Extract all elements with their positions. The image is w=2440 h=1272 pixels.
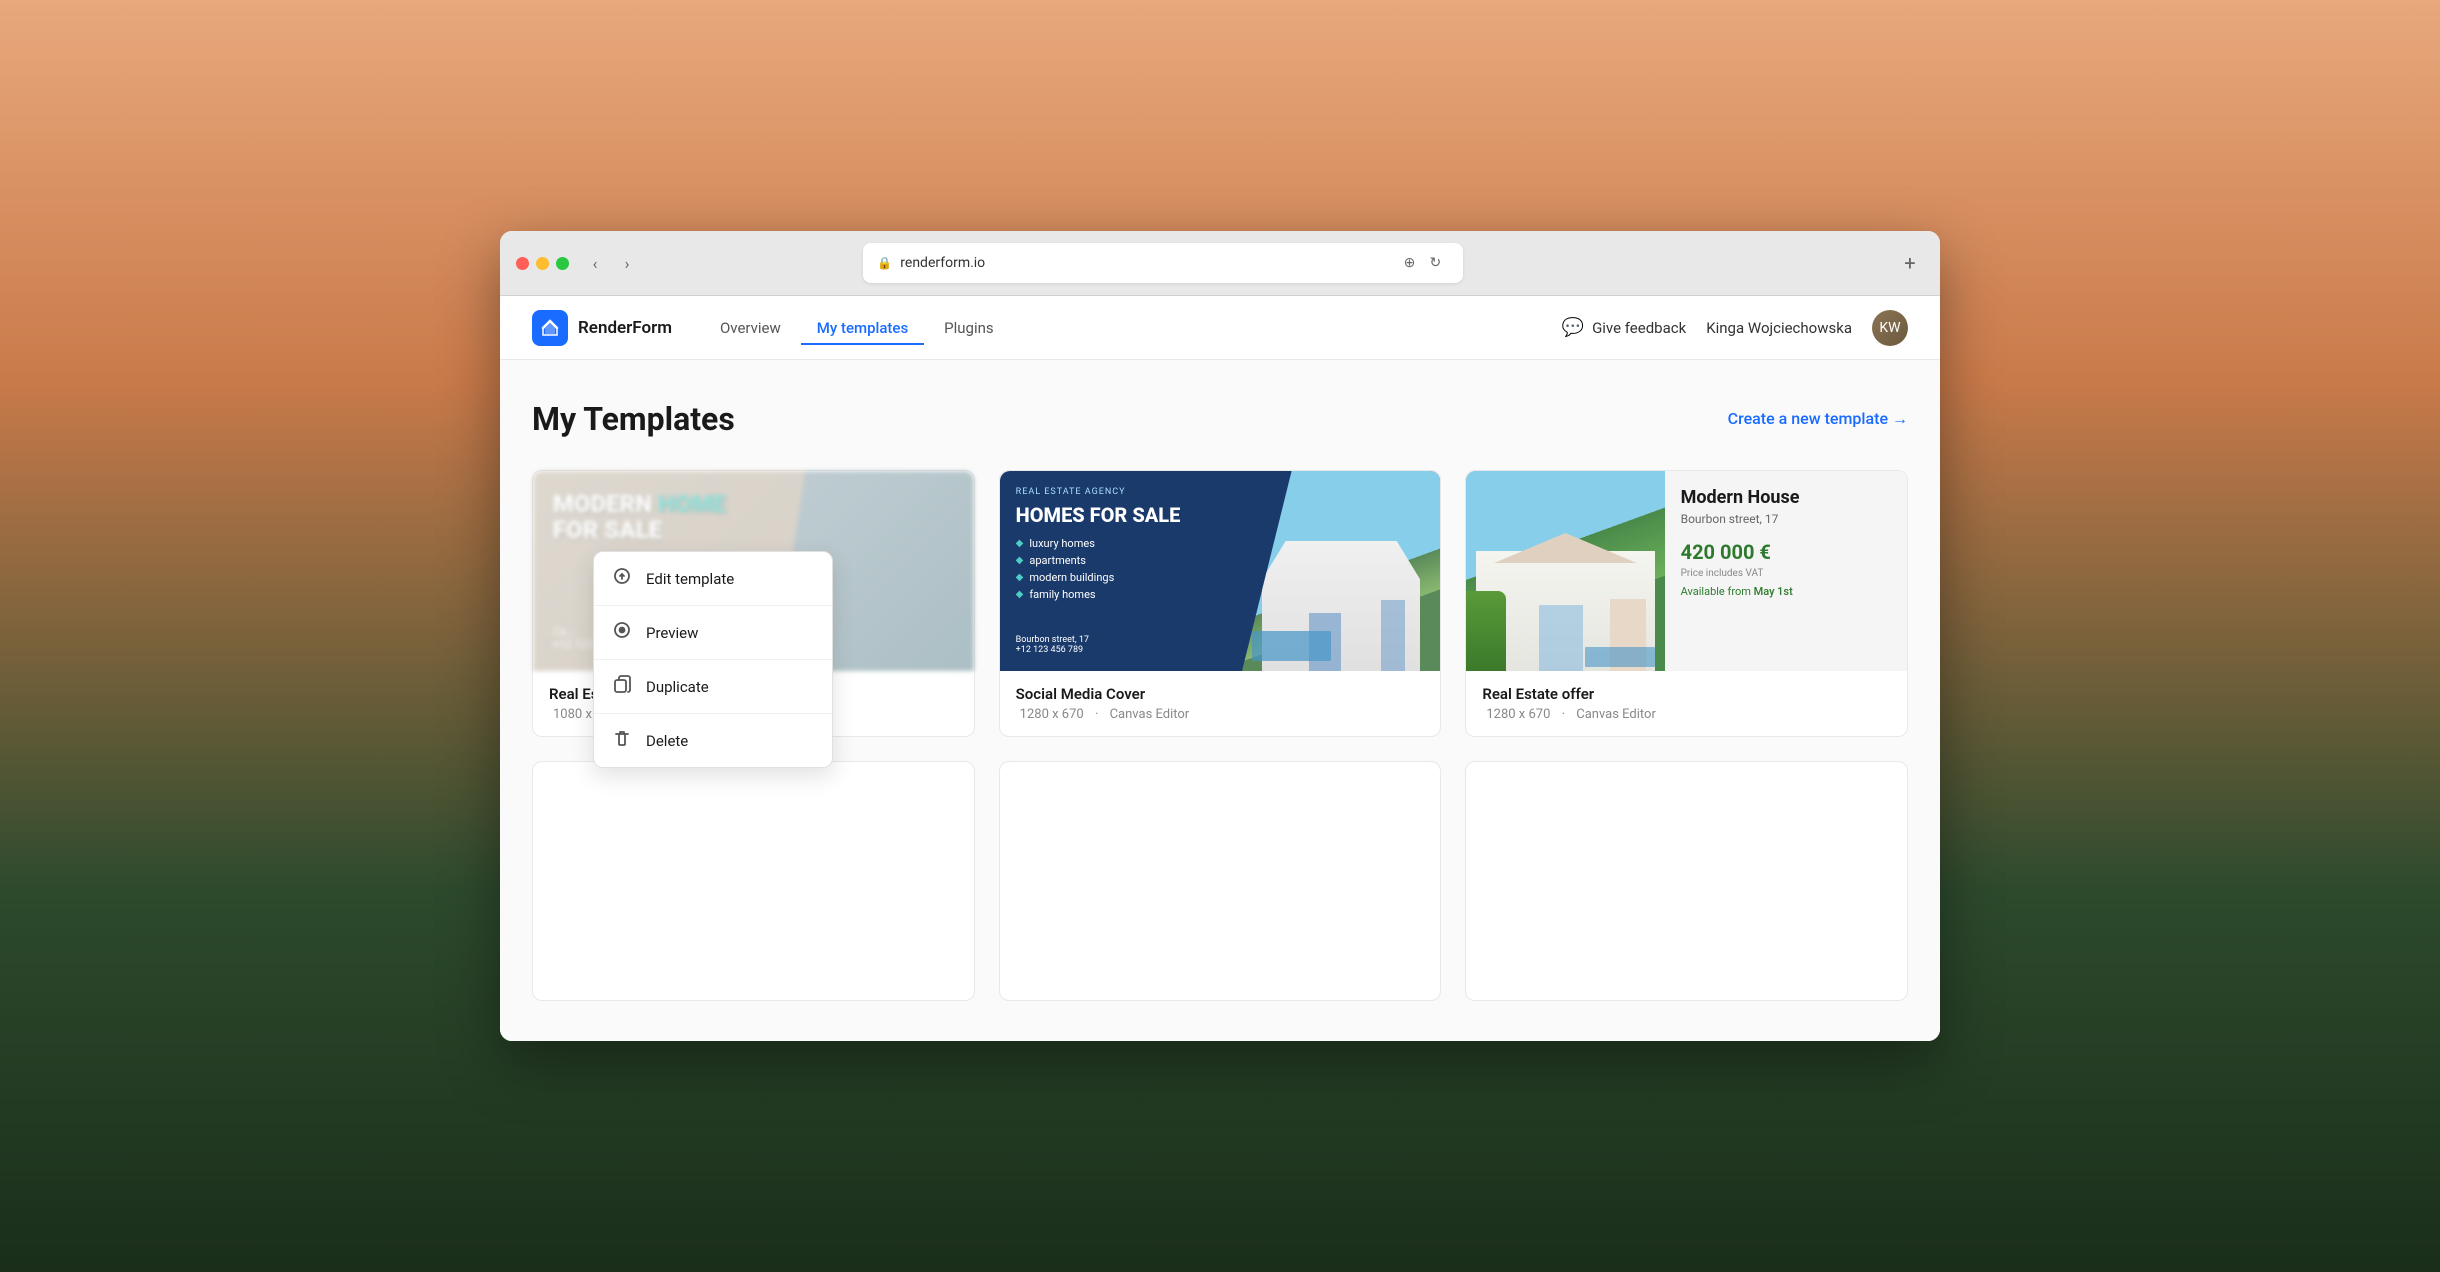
feedback-button[interactable]: 💬 Give feedback (1562, 317, 1687, 338)
diamond-icon-2: ◆ (1016, 555, 1024, 566)
context-menu: Edit template Preview (593, 551, 833, 768)
create-template-button[interactable]: Create a new template → (1728, 409, 1908, 429)
traffic-lights (516, 257, 569, 270)
template-info-3: Real Estate offer 1280 x 670 · Canvas Ed… (1466, 671, 1907, 736)
template-size-2: 1280 x 670 (1020, 707, 1084, 722)
social-left: REAL ESTATE AGENCY HOMES FOR SALE ◆luxur… (1000, 471, 1242, 671)
logo-icon (532, 310, 568, 346)
avatar-initials: KW (1879, 320, 1900, 336)
feature-1: ◆luxury homes (1016, 537, 1226, 550)
nav-overview[interactable]: Overview (704, 311, 797, 345)
card1-modern: MODERN (553, 490, 658, 518)
back-arrow[interactable]: ‹ (581, 249, 609, 277)
re-title: Modern House (1681, 487, 1891, 508)
page-title: My Templates (532, 400, 735, 438)
template-card-4[interactable] (532, 761, 975, 1001)
social-title: HOMES FOR SALE (1016, 503, 1226, 527)
social-address: Bourbon street, 17 +12 123 456 789 (1016, 635, 1089, 655)
preview-icon (612, 620, 632, 645)
logo-text: RenderForm (578, 318, 672, 338)
template-separator-3: · (1562, 707, 1565, 722)
menu-preview-label: Preview (646, 624, 698, 642)
re-photo (1466, 471, 1664, 671)
browser-window: ‹ › 🔒 renderform.io ⊕ ↻ + (500, 231, 1940, 1041)
social-features: ◆luxury homes ◆apartments ◆modern buildi… (1016, 537, 1226, 601)
menu-duplicate[interactable]: Duplicate (594, 660, 832, 714)
template-editor-3: Canvas Editor (1576, 707, 1656, 722)
translate-icon: ⊕ (1404, 255, 1416, 271)
template-preview-2: REAL ESTATE AGENCY HOMES FOR SALE ◆luxur… (1000, 471, 1441, 671)
nav-arrows: ‹ › (581, 249, 641, 277)
social-right (1242, 471, 1440, 671)
address-bar[interactable]: 🔒 renderform.io ⊕ ↻ (863, 243, 1463, 283)
diamond-icon-3: ◆ (1016, 572, 1024, 583)
top-nav: RenderForm Overview My templates Plugins… (500, 296, 1940, 360)
maximize-button[interactable] (556, 257, 569, 270)
minimize-button[interactable] (536, 257, 549, 270)
social-agency: REAL ESTATE AGENCY (1016, 487, 1226, 497)
url-text: renderform.io (900, 255, 985, 271)
template-size-3: 1280 x 670 (1486, 707, 1550, 722)
main-content: My Templates Create a new template → (500, 360, 1940, 1041)
re-price-note: Price includes VAT (1681, 568, 1891, 579)
diamond-icon-1: ◆ (1016, 538, 1024, 549)
re-price: 420 000 € (1681, 540, 1891, 564)
feature-3: ◆modern buildings (1016, 571, 1226, 584)
feedback-icon: 💬 (1562, 317, 1584, 338)
lock-icon: 🔒 (877, 256, 892, 270)
menu-edit-label: Edit template (646, 570, 734, 588)
menu-edit-template[interactable]: Edit template (594, 552, 832, 606)
template-name-3: Real Estate offer (1482, 685, 1891, 703)
app-container: RenderForm Overview My templates Plugins… (500, 296, 1940, 1041)
reload-button[interactable]: ↻ (1421, 249, 1449, 277)
feature-4: ◆family homes (1016, 588, 1226, 601)
template-card-2[interactable]: REAL ESTATE AGENCY HOMES FOR SALE ◆luxur… (999, 470, 1442, 737)
template-card-1[interactable]: MODERN HOME FOR SALE Ca... +12 123 456 7… (532, 470, 975, 737)
social-cover-preview: REAL ESTATE AGENCY HOMES FOR SALE ◆luxur… (1000, 471, 1441, 671)
nav-plugins[interactable]: Plugins (928, 311, 1009, 345)
template-name-2: Social Media Cover (1016, 685, 1425, 703)
diamond-icon-4: ◆ (1016, 589, 1024, 600)
edit-icon (612, 566, 632, 591)
nav-right: 💬 Give feedback Kinga Wojciechowska KW (1562, 310, 1908, 346)
re-available: Available from May 1st (1681, 585, 1891, 598)
trash-icon (612, 728, 632, 753)
close-button[interactable] (516, 257, 529, 270)
new-tab-button[interactable]: + (1896, 249, 1924, 277)
forward-arrow[interactable]: › (613, 249, 641, 277)
page-header: My Templates Create a new template → (532, 400, 1908, 438)
template-card-5[interactable] (999, 761, 1442, 1001)
real-estate-preview: Modern House Bourbon street, 17 420 000 … (1466, 471, 1907, 671)
feature-2: ◆apartments (1016, 554, 1226, 567)
logo-area[interactable]: RenderForm (532, 310, 672, 346)
feedback-label: Give feedback (1592, 319, 1686, 337)
menu-duplicate-label: Duplicate (646, 678, 709, 696)
template-card-6[interactable] (1465, 761, 1908, 1001)
nav-my-templates[interactable]: My templates (801, 311, 924, 345)
template-info-2: Social Media Cover 1280 x 670 · Canvas E… (1000, 671, 1441, 736)
template-card-3[interactable]: Modern House Bourbon street, 17 420 000 … (1465, 470, 1908, 737)
browser-chrome: ‹ › 🔒 renderform.io ⊕ ↻ + (500, 231, 1940, 296)
template-meta-2: 1280 x 670 · Canvas Editor (1016, 707, 1425, 722)
menu-preview[interactable]: Preview (594, 606, 832, 660)
templates-grid: MODERN HOME FOR SALE Ca... +12 123 456 7… (532, 470, 1908, 1001)
nav-links: Overview My templates Plugins (704, 311, 1010, 345)
template-separator-2: · (1095, 707, 1098, 722)
template-meta-3: 1280 x 670 · Canvas Editor (1482, 707, 1891, 722)
user-name: Kinga Wojciechowska (1706, 319, 1852, 337)
menu-delete[interactable]: Delete (594, 714, 832, 767)
avatar[interactable]: KW (1872, 310, 1908, 346)
template-preview-3: Modern House Bourbon street, 17 420 000 … (1466, 471, 1907, 671)
template-editor-2: Canvas Editor (1110, 707, 1190, 722)
re-content: Modern House Bourbon street, 17 420 000 … (1665, 471, 1907, 671)
duplicate-icon (612, 674, 632, 699)
re-address: Bourbon street, 17 (1681, 512, 1891, 526)
menu-delete-label: Delete (646, 732, 688, 750)
